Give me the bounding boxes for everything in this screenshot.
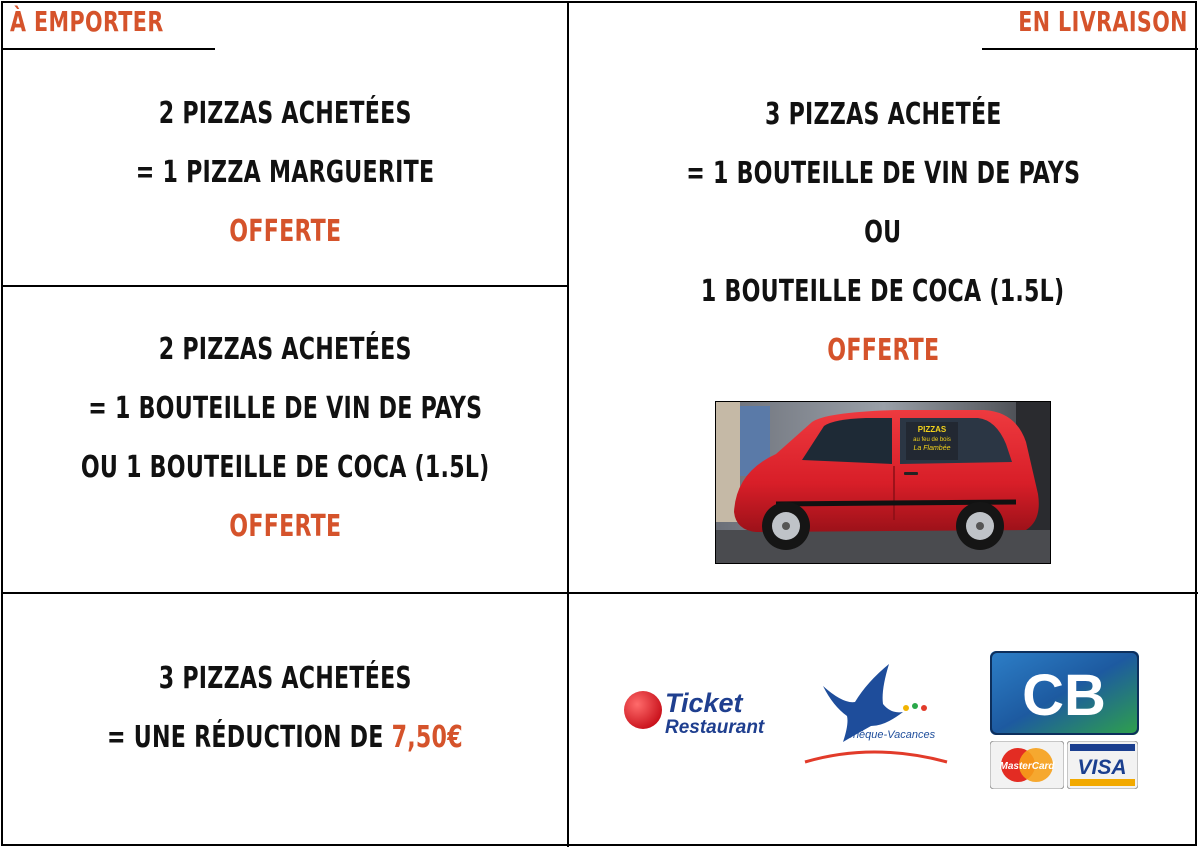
mastercard-logo: MasterCard bbox=[989, 740, 1065, 790]
offer-free-label: OFFERTE bbox=[228, 509, 342, 544]
takeaway-offer-2: 2 PIZZAS ACHETÉES = 1 BOUTEILLE DE VIN D… bbox=[2, 320, 568, 560]
cheque-vacances-logo: Chèque-Vacances bbox=[803, 664, 963, 768]
offer-free-label: OFFERTE bbox=[826, 333, 940, 368]
offer-line: = UNE RÉDUCTION DE 7,50€ bbox=[107, 708, 463, 767]
mastercard-icon: MasterCard bbox=[989, 740, 1065, 790]
full-divider bbox=[1, 592, 1198, 594]
car-sign-line2: au feu de bois bbox=[913, 437, 951, 443]
delivery-offer: 3 PIZZAS ACHETÉE = 1 BOUTEILLE DE VIN DE… bbox=[569, 85, 1197, 385]
visa-logo: VISA bbox=[1066, 740, 1139, 790]
offer-line: OU bbox=[864, 215, 902, 250]
car-sign-line1: PIZZAS bbox=[918, 425, 947, 434]
offer-line-prefix: = UNE RÉDUCTION DE bbox=[107, 720, 392, 755]
delivery-car-photo: PIZZAS au feu de bois La Flambée bbox=[715, 401, 1051, 564]
cb-logo: CB bbox=[990, 651, 1139, 735]
offer-free-label: OFFERTE bbox=[228, 214, 342, 249]
ticket-restaurant-logo: Ticket Restaurant bbox=[623, 688, 793, 738]
offer-line: OU 1 BOUTEILLE DE COCA (1.5L) bbox=[80, 450, 490, 485]
offer-line: = 1 PIZZA MARGUERITE bbox=[135, 155, 435, 190]
takeaway-offer-1: 2 PIZZAS ACHETÉES = 1 PIZZA MARGUERITE O… bbox=[2, 84, 568, 264]
offer-line: = 1 BOUTEILLE DE VIN DE PAYS bbox=[685, 156, 1081, 191]
cb-text: CB bbox=[1022, 663, 1106, 728]
mastercard-text: MasterCard bbox=[999, 761, 1055, 772]
takeaway-header: À EMPORTER bbox=[10, 5, 164, 38]
delivery-header-underline bbox=[982, 48, 1198, 50]
takeaway-offer-3: 3 PIZZAS ACHETÉES = UNE RÉDUCTION DE 7,5… bbox=[2, 649, 568, 779]
cb-card-icon: CB bbox=[990, 651, 1139, 735]
visa-icon: VISA bbox=[1066, 740, 1139, 790]
visa-text: VISA bbox=[1077, 756, 1126, 779]
offer-line: 2 PIZZAS ACHETÉES bbox=[158, 96, 412, 131]
offer-line: 2 PIZZAS ACHETÉES bbox=[158, 332, 412, 367]
offer-line: 3 PIZZAS ACHETÉE bbox=[764, 97, 1002, 132]
offer-line: 3 PIZZAS ACHETÉES bbox=[158, 661, 412, 696]
cheque-vacances-text: Chèque-Vacances bbox=[845, 729, 936, 741]
left-divider-1 bbox=[1, 285, 568, 287]
ticket-restaurant-icon: Ticket Restaurant bbox=[624, 688, 765, 738]
delivery-header: EN LIVRAISON bbox=[1018, 5, 1188, 38]
ticket-text: Ticket bbox=[665, 688, 744, 718]
takeaway-header-underline bbox=[1, 48, 215, 50]
car-sign-line3: La Flambée bbox=[914, 445, 951, 452]
car-illustration: PIZZAS au feu de bois La Flambée bbox=[716, 402, 1050, 563]
offer-line: 1 BOUTEILLE DE COCA (1.5L) bbox=[701, 274, 1065, 309]
discount-amount: 7,50€ bbox=[391, 720, 463, 755]
restaurant-text: Restaurant bbox=[665, 717, 765, 738]
offer-line: = 1 BOUTEILLE DE VIN DE PAYS bbox=[87, 391, 483, 426]
cheque-vacances-icon: Chèque-Vacances bbox=[804, 664, 948, 764]
